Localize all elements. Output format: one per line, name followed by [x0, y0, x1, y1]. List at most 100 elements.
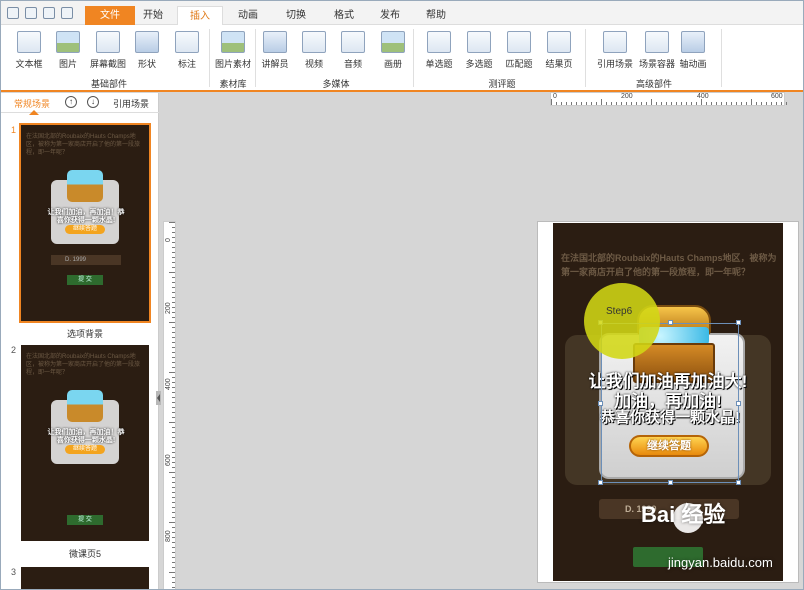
ruler-tick — [671, 102, 672, 105]
ruler-tick — [172, 442, 175, 443]
image-assets-button[interactable]: 图片素材 — [213, 29, 253, 70]
ruler-tick — [172, 232, 175, 233]
tab-start[interactable]: 开始 — [137, 6, 169, 25]
ruler-tick — [756, 102, 757, 105]
group-divider — [413, 29, 414, 87]
ruler-tick — [172, 582, 175, 583]
watermark-logo: Bai 经验 — [641, 502, 726, 527]
group-divider — [209, 29, 210, 87]
ruler-tick — [561, 102, 562, 105]
video-button[interactable]: 视频 — [296, 29, 332, 70]
ruler-tick — [631, 102, 632, 105]
axis-animation-button[interactable]: 轴动画 — [675, 29, 711, 70]
ruler-tick — [172, 377, 175, 378]
title-bar: 文件 开始 插入 动画 切换 格式 发布 帮助 — [1, 1, 803, 25]
preview-icon[interactable] — [61, 7, 73, 19]
ruler-tick — [696, 102, 697, 105]
screenshot-button[interactable]: 屏幕截图 — [90, 29, 126, 70]
ruler-tick — [172, 462, 175, 463]
tab-help[interactable]: 帮助 — [419, 6, 453, 25]
matching-button[interactable]: 匹配题 — [501, 29, 537, 70]
resize-handle[interactable] — [736, 480, 741, 485]
ruler-tick — [172, 552, 175, 553]
ruler-tick — [761, 102, 762, 105]
single-choice-button[interactable]: 单选题 — [421, 29, 457, 70]
ruler-tick — [172, 367, 175, 368]
tab-format[interactable]: 格式 — [327, 6, 361, 25]
group-divider — [585, 29, 586, 87]
ruler-tick — [586, 102, 587, 105]
ruler-tick — [172, 547, 175, 548]
result-page-button[interactable]: 结果页 — [541, 29, 577, 70]
tab-insert[interactable]: 插入 — [177, 6, 223, 25]
cloud-icon[interactable] — [25, 7, 37, 19]
speaker-icon — [341, 31, 365, 53]
ruler-tick — [551, 99, 552, 105]
active-tab-indicator — [29, 110, 39, 115]
reference-scene-button[interactable]: 引用场景 — [595, 29, 635, 70]
ruler-tick — [172, 432, 175, 433]
tab-regular-scene[interactable]: 常规场景 — [14, 97, 50, 110]
resize-handle[interactable] — [598, 401, 603, 406]
ruler-tick — [172, 307, 175, 308]
tab-file[interactable]: 文件 — [85, 6, 135, 25]
move-down-icon[interactable]: ↓ — [87, 96, 99, 108]
slide-caption: 选项背景 — [66, 329, 103, 339]
presenter-button[interactable]: 讲解员 — [257, 29, 293, 70]
audio-button[interactable]: 音频 — [335, 29, 371, 70]
tab-reference-scene[interactable]: 引用场景 — [113, 97, 149, 110]
slide-question-text: 在法国北部的Roubaix的Hauts Champs地区，被称为第一家商店开启了… — [561, 253, 777, 277]
multi-choice-button[interactable]: 多选题 — [461, 29, 497, 70]
resize-handle[interactable] — [736, 320, 741, 325]
ruler-tick — [766, 102, 767, 105]
tab-animation[interactable]: 动画 — [231, 6, 265, 25]
ruler-tick — [172, 317, 175, 318]
ruler-tick — [172, 277, 175, 278]
ruler-tick — [172, 467, 175, 468]
tab-transition[interactable]: 切换 — [279, 6, 313, 25]
group-label-advanced: 高级部件 — [635, 79, 672, 89]
treasure-chest-image — [67, 390, 103, 422]
slide-thumbnail[interactable] — [21, 567, 149, 589]
ruler-tick — [172, 247, 175, 248]
textbox-button[interactable]: 文本框 — [11, 29, 47, 70]
treasure-chest-image — [67, 170, 103, 202]
ruler-tick — [786, 102, 787, 105]
tab-publish[interactable]: 发布 — [373, 6, 407, 25]
save-icon[interactable] — [7, 7, 19, 19]
vertical-ruler: 0 200 400 600 800 — [163, 221, 176, 589]
ruler-tick — [169, 222, 175, 223]
slide-thumbnail[interactable]: 在法国北部的Roubaix的Hauts Champs地区，被称为第一家商店开启了… — [19, 123, 151, 323]
ruler-tick — [706, 102, 707, 105]
resize-handle[interactable] — [736, 401, 741, 406]
shape-button[interactable]: 形状 — [129, 29, 165, 70]
ruler-tick — [781, 102, 782, 105]
resize-handle[interactable] — [668, 320, 673, 325]
single-choice-icon — [427, 31, 451, 53]
ruler-tick — [172, 352, 175, 353]
ruler-tick — [641, 102, 642, 105]
ruler-tick — [172, 227, 175, 228]
panel-collapse-handle[interactable] — [156, 391, 161, 405]
resize-handle[interactable] — [598, 480, 603, 485]
ruler-tick — [571, 102, 572, 105]
album-button[interactable]: 画册 — [375, 29, 411, 70]
ruler-tick — [172, 457, 175, 458]
ruler-tick — [172, 297, 175, 298]
ruler-tick — [172, 562, 175, 563]
ruler-tick — [556, 102, 557, 105]
ruler-tick — [581, 102, 582, 105]
ruler-tick — [172, 537, 175, 538]
move-up-icon[interactable]: ↑ — [65, 96, 77, 108]
ruler-tick — [172, 417, 175, 418]
image-icon — [56, 31, 80, 53]
callout-button[interactable]: 标注 — [169, 29, 205, 70]
resize-handle[interactable] — [668, 480, 673, 485]
slide-caption: 微课页5 — [68, 549, 101, 559]
ruler-tick — [566, 102, 567, 105]
slide-thumbnail[interactable]: 在法国北部的Roubaix的Hauts Champs地区，被称为第一家商店开启了… — [21, 345, 149, 541]
scene-container-button[interactable]: 场景容器 — [637, 29, 677, 70]
share-icon[interactable] — [43, 7, 55, 19]
image-button[interactable]: 图片 — [50, 29, 86, 70]
group-label-quiz: 测评题 — [488, 79, 516, 89]
